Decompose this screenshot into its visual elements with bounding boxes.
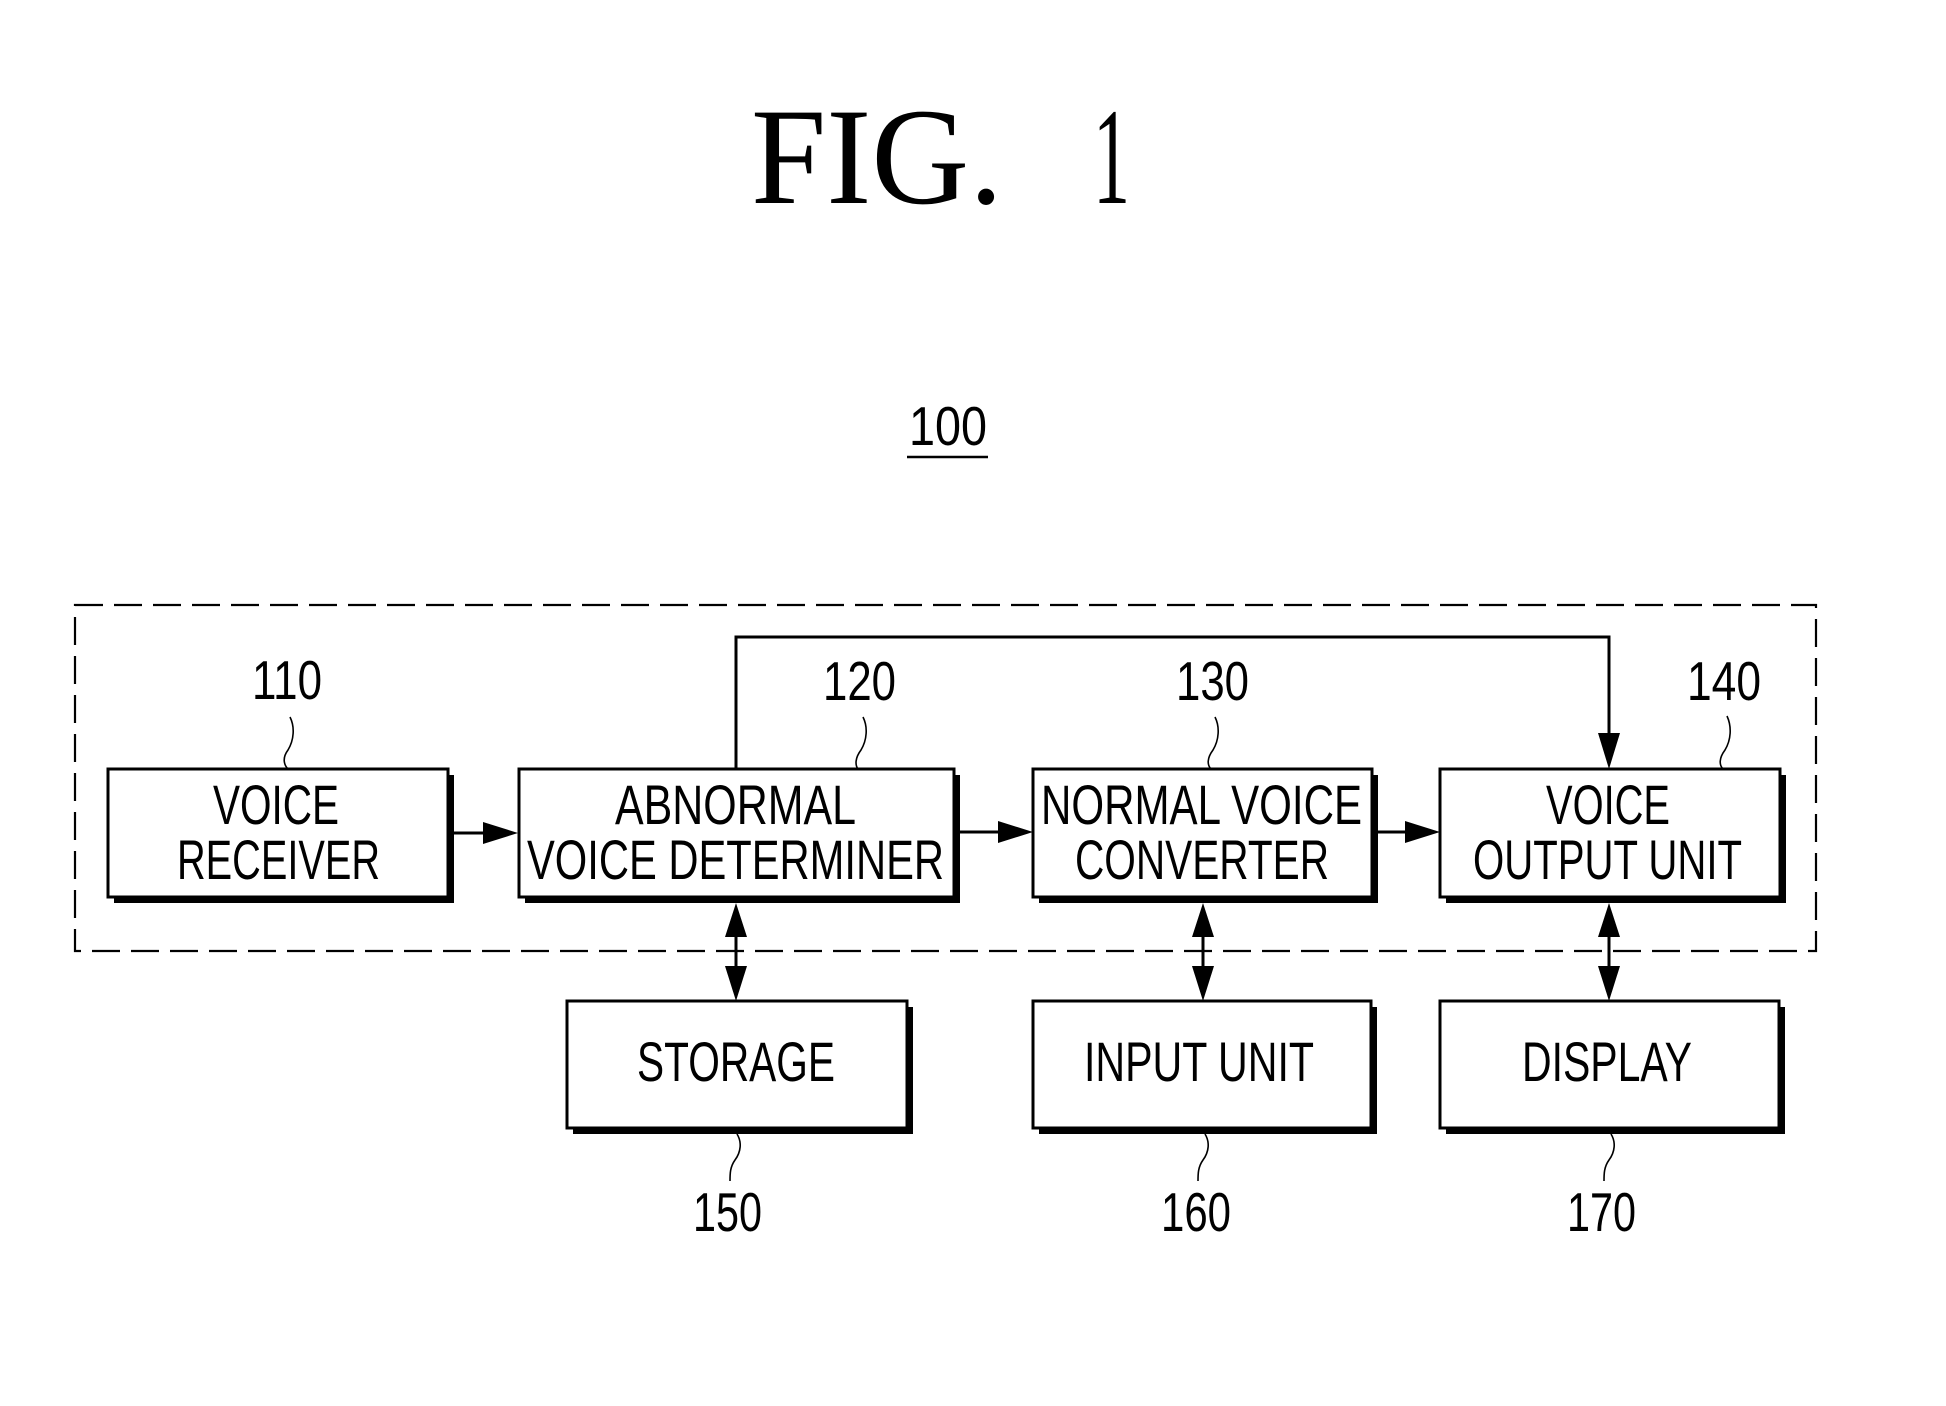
block-diagram: FIG. 1 100 VOICE RECEIVER 110 ABNORMAL V…: [73, 80, 1818, 1243]
block-normal-voice-converter[interactable]: NORMAL VOICE CONVERTER: [1031, 767, 1378, 903]
reference-160: 160: [1161, 1133, 1231, 1243]
arrow-head-up-icon: [1192, 903, 1214, 937]
reference-number: 110: [252, 649, 322, 711]
leader-line: [1603, 1133, 1615, 1182]
system-reference-number: 100: [909, 395, 987, 457]
arrow-head-up-icon: [1598, 903, 1620, 937]
reference-130: 130: [1176, 650, 1249, 770]
reference-170: 170: [1567, 1133, 1636, 1243]
block-display[interactable]: DISPLAY: [1438, 999, 1785, 1134]
arrow-head-up-icon: [725, 903, 747, 937]
reference-number: 150: [693, 1181, 762, 1243]
arrow-head-right-icon: [1405, 821, 1440, 843]
block-voice-receiver[interactable]: VOICE RECEIVER: [106, 767, 454, 903]
block-abnormal-voice-determiner[interactable]: ABNORMAL VOICE DETERMINER: [517, 767, 960, 903]
reference-number: 170: [1567, 1181, 1636, 1243]
reference-140: 140: [1687, 650, 1761, 770]
figure-title-number: 1: [1093, 80, 1130, 233]
connection-110-to-120: [454, 822, 518, 844]
leader-line: [1207, 716, 1219, 770]
connection-130-to-140: [1378, 821, 1440, 843]
leader-line: [1719, 715, 1731, 770]
reference-number: 140: [1687, 650, 1761, 712]
block-label-line2: VOICE DETERMINER: [527, 828, 944, 891]
block-storage[interactable]: STORAGE: [565, 999, 913, 1134]
block-label-line1: NORMAL VOICE: [1041, 773, 1362, 836]
block-voice-output-unit[interactable]: VOICE OUTPUT UNIT: [1438, 767, 1786, 903]
block-label-line1: VOICE: [213, 773, 339, 836]
block-input-unit[interactable]: INPUT UNIT: [1031, 999, 1377, 1134]
figure-title: FIG. 1: [751, 80, 1130, 233]
block-label-line1: ABNORMAL: [615, 773, 856, 836]
arrow-head-right-icon: [483, 822, 518, 844]
leader-line: [1197, 1133, 1209, 1182]
block-label-line2: OUTPUT UNIT: [1473, 828, 1742, 891]
reference-110: 110: [252, 649, 322, 770]
block-label-line1: VOICE: [1546, 773, 1670, 836]
figure-title-prefix: FIG.: [751, 80, 1003, 233]
reference-150: 150: [693, 1133, 762, 1243]
connection-120-to-130: [960, 821, 1033, 843]
leader-line: [855, 716, 867, 770]
reference-120: 120: [823, 650, 896, 770]
reference-number: 130: [1176, 650, 1249, 712]
arrow-head-down-icon: [1598, 966, 1620, 1001]
leader-line: [729, 1133, 741, 1182]
leader-line: [283, 716, 294, 770]
arrow-head-right-icon: [998, 821, 1033, 843]
block-label: STORAGE: [637, 1030, 835, 1093]
block-label-line2: RECEIVER: [177, 828, 380, 891]
arrow-head-down-icon: [725, 966, 747, 1001]
block-label: DISPLAY: [1522, 1030, 1692, 1093]
reference-number: 120: [823, 650, 896, 712]
system-reference: 100: [907, 395, 988, 459]
block-label-line2: CONVERTER: [1075, 828, 1329, 891]
arrow-head-down-icon: [1598, 733, 1620, 769]
reference-number: 160: [1161, 1181, 1231, 1243]
arrow-head-down-icon: [1192, 966, 1214, 1001]
block-label: INPUT UNIT: [1084, 1030, 1314, 1093]
